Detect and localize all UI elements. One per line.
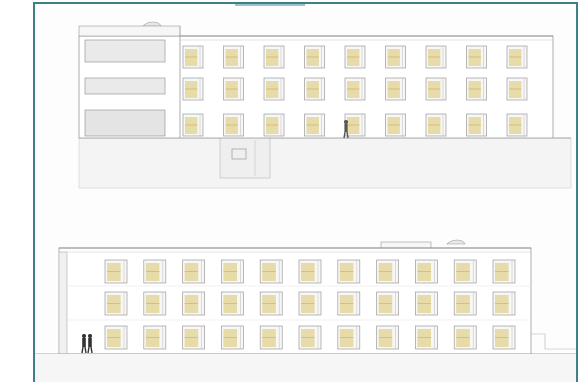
window	[344, 45, 366, 69]
window	[415, 325, 438, 350]
window	[259, 259, 283, 284]
window	[344, 113, 366, 137]
window	[506, 77, 528, 101]
window	[415, 291, 438, 316]
window	[143, 291, 167, 316]
window	[182, 77, 204, 101]
window	[385, 45, 406, 69]
window	[104, 325, 128, 350]
window	[337, 259, 361, 284]
lower-right-step	[531, 333, 576, 350]
window	[221, 259, 244, 284]
window	[344, 77, 366, 101]
window	[223, 113, 244, 137]
window	[337, 291, 361, 316]
window	[466, 113, 487, 137]
window	[263, 45, 285, 69]
elevation-drawing	[35, 21, 576, 382]
window	[182, 113, 204, 137]
lower-ground-area	[35, 354, 576, 382]
window	[385, 113, 406, 137]
drawing-frame	[33, 2, 578, 382]
lower-roof-dome	[446, 239, 466, 245]
upper-left-roof	[78, 25, 181, 37]
window	[425, 113, 447, 137]
window	[143, 259, 167, 284]
lower-end-wall	[58, 251, 68, 355]
window	[263, 77, 285, 101]
window	[298, 325, 322, 350]
window	[425, 77, 447, 101]
window	[466, 77, 487, 101]
window	[298, 259, 322, 284]
window	[182, 259, 205, 284]
window	[492, 325, 516, 350]
upper-entrance-block	[219, 137, 271, 179]
window	[221, 291, 244, 316]
window	[376, 259, 399, 284]
window	[385, 77, 406, 101]
window	[263, 113, 285, 137]
window	[223, 77, 244, 101]
window	[415, 259, 438, 284]
window	[259, 291, 283, 316]
window	[337, 325, 361, 350]
window	[466, 45, 487, 69]
window	[304, 113, 325, 137]
upper-left-block	[84, 39, 166, 137]
window	[143, 325, 167, 350]
window	[104, 259, 128, 284]
window	[425, 45, 447, 69]
window	[506, 45, 528, 69]
window	[376, 325, 399, 350]
window	[221, 325, 244, 350]
window	[182, 45, 204, 69]
lower-elevation	[35, 239, 576, 382]
upper-window-grid	[182, 45, 528, 137]
window	[453, 291, 477, 316]
window	[104, 291, 128, 316]
window	[376, 291, 399, 316]
window	[182, 325, 205, 350]
window	[492, 259, 516, 284]
window	[506, 113, 528, 137]
window	[304, 45, 325, 69]
window	[182, 291, 205, 316]
window	[259, 325, 283, 350]
upper-elevation	[78, 21, 572, 189]
upper-plinth	[78, 137, 572, 189]
window	[304, 77, 325, 101]
lower-roof-box	[380, 241, 432, 249]
window	[223, 45, 244, 69]
window	[453, 325, 477, 350]
upper-roof-dome	[142, 21, 162, 27]
window	[298, 291, 322, 316]
window	[453, 259, 477, 284]
window	[492, 291, 516, 316]
